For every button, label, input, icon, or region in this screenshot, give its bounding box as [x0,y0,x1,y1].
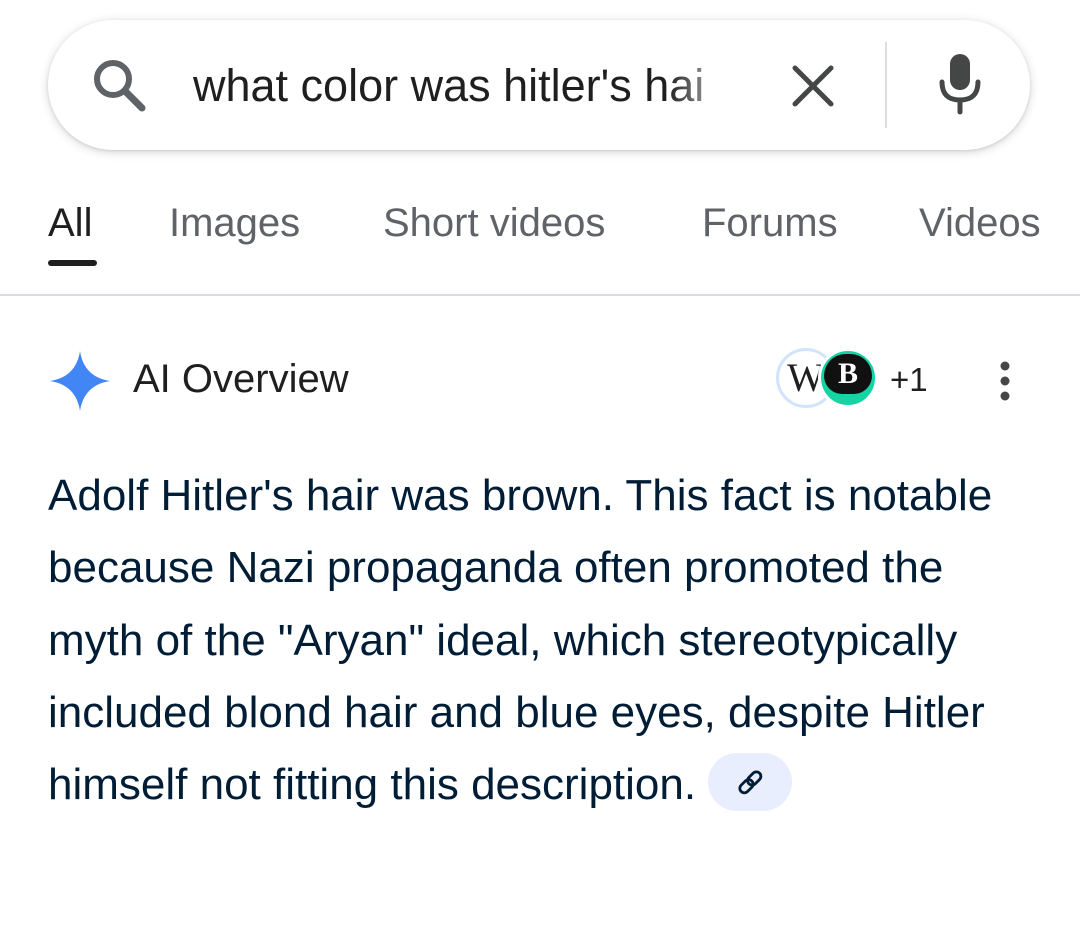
active-tab-indicator [48,260,97,266]
more-options-icon[interactable] [995,360,1015,402]
source-b-letter: B [824,354,872,394]
close-icon[interactable] [790,63,836,109]
link-glyph [738,770,763,794]
more-sources-count[interactable]: +1 [890,358,928,402]
tab-images[interactable]: Images [169,198,300,248]
link-icon[interactable] [708,752,793,811]
ai-overview-text: Adolf Hitler's hair was brown. This fact… [48,471,993,810]
tab-forums[interactable]: Forums [702,198,838,248]
search-bar-divider [885,42,887,128]
search-input[interactable]: what color was hitler's hai [193,54,745,118]
tab-videos[interactable]: Videos [919,198,1041,248]
tab-all[interactable]: All [48,198,92,248]
microphone-icon[interactable] [936,52,984,116]
source-b-icon[interactable]: B [818,348,878,408]
search-icon[interactable] [90,56,148,114]
ai-overview-title: AI Overview [133,357,349,401]
tab-short-videos[interactable]: Short videos [383,198,605,248]
search-results-page: what color was hitler's hai All Images S… [0,0,1080,950]
sparkle-icon [50,351,110,411]
tabs-divider [0,294,1080,296]
ai-overview-body: Adolf Hitler's hair was brown. This fact… [48,460,1048,821]
